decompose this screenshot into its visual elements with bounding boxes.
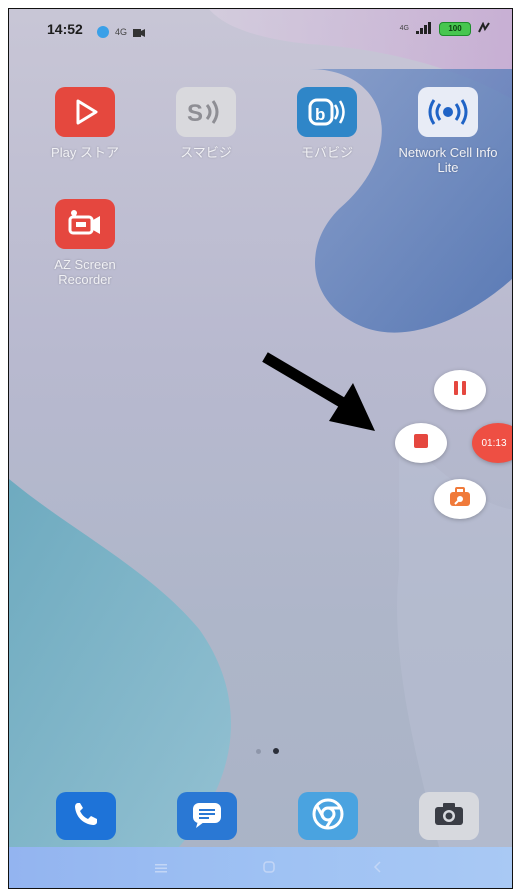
app-label: Network Cell Info Lite [398, 145, 498, 175]
dock-phone[interactable] [56, 792, 116, 840]
battery-indicator: 100 [439, 21, 471, 36]
nav-home-button[interactable] [259, 859, 279, 877]
dock-messages[interactable] [177, 792, 237, 840]
dock-chrome[interactable] [298, 792, 358, 840]
pause-icon [452, 380, 468, 400]
play-store-icon [55, 87, 115, 137]
app-sumabiji[interactable]: S スマビジ [156, 87, 256, 160]
blue-status-dot-icon [97, 25, 109, 38]
app-play-store[interactable]: Play ストア [35, 87, 135, 160]
phone-screen: 14:52 4G 4G 100 Play ストア S スマビジ b モバビジ N… [8, 8, 513, 889]
status-time: 14:52 [47, 21, 83, 37]
toolbox-icon [448, 487, 472, 511]
page-dot-active [273, 748, 279, 754]
app-label: スマビジ [180, 145, 232, 160]
svg-text:S: S [187, 100, 203, 127]
status-left-icons: 4G [97, 22, 146, 41]
svg-text:b: b [315, 105, 325, 124]
menu-icon [154, 859, 168, 878]
charging-icon [478, 19, 492, 38]
video-camera-icon [133, 22, 146, 41]
dock-camera[interactable] [419, 792, 479, 840]
navigation-bar [9, 847, 512, 888]
app-label: AZ Screen Recorder [54, 257, 116, 287]
nav-back-button[interactable] [367, 859, 387, 877]
phone-icon [71, 799, 101, 833]
network-cell-icon [418, 87, 478, 137]
app-label: モバビジ [300, 145, 353, 160]
app-mobabiji[interactable]: b モバビジ [277, 87, 377, 160]
signal-strength-icon [416, 19, 432, 38]
camera-icon [432, 800, 466, 832]
screenshot-frame: 14:52 4G 4G 100 Play ストア S スマビジ b モバビジ N… [0, 0, 519, 895]
signal-label: 4G [399, 25, 409, 32]
back-icon [371, 859, 383, 878]
az-recorder-icon [55, 199, 115, 249]
network-type-label: 4G [115, 26, 128, 37]
pause-button[interactable] [434, 370, 486, 410]
mobabiji-icon: b [297, 87, 357, 137]
sumabiji-icon: S [176, 87, 236, 137]
messages-icon [190, 799, 224, 833]
arrow-icon [262, 352, 375, 431]
status-bar: 14:52 4G 4G 100 [9, 9, 512, 47]
home-icon [262, 859, 276, 878]
recording-timer: 01:13 [481, 437, 507, 449]
tools-button[interactable] [434, 479, 486, 519]
chrome-icon [311, 797, 345, 835]
status-right-icons: 4G 100 [400, 19, 492, 38]
app-az-screen-recorder[interactable]: AZ Screen Recorder [35, 199, 135, 287]
page-dot [256, 749, 261, 754]
nav-menu-button[interactable] [151, 859, 171, 877]
app-label: Play ストア [51, 145, 119, 160]
stop-button[interactable] [395, 423, 447, 463]
app-network-cell-info[interactable]: Network Cell Info Lite [398, 87, 498, 175]
stop-icon [413, 433, 429, 453]
